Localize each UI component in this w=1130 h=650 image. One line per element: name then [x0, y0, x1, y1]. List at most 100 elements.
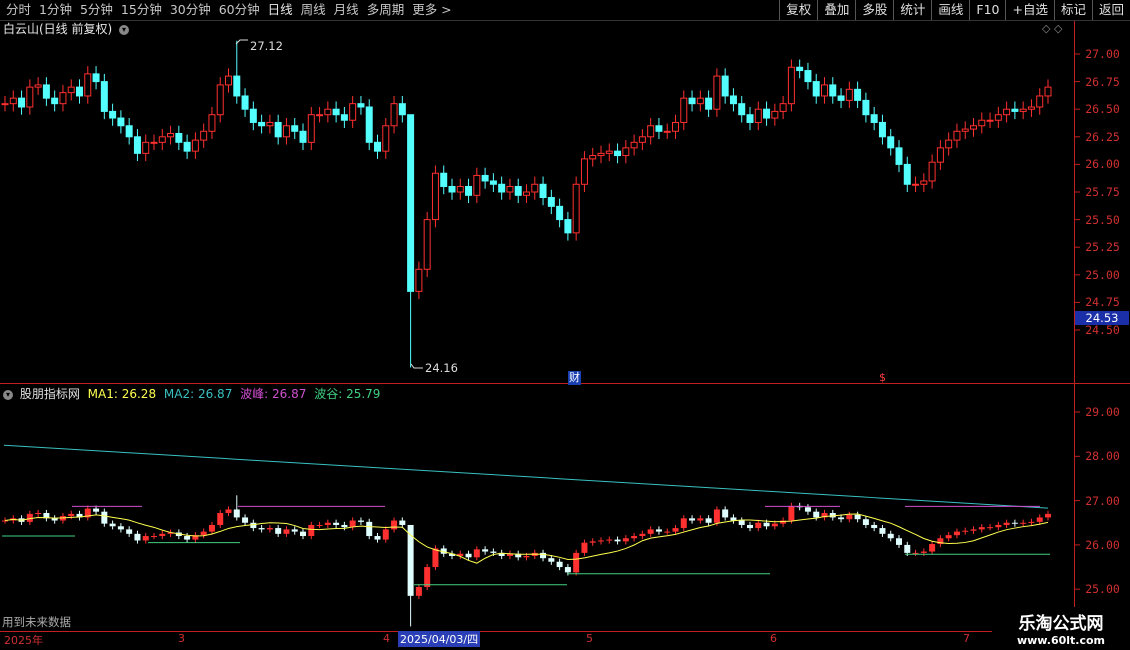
toolbar-button[interactable]: 返回 — [1091, 0, 1130, 20]
watermark: 乐淘公式网 www.60lt.com — [992, 607, 1130, 650]
ind-candle-body — [854, 514, 861, 520]
month-label: 7 — [963, 632, 970, 645]
ind-candle-body — [655, 529, 662, 532]
candle-body — [721, 75, 729, 97]
candle-body — [804, 70, 812, 83]
ind-candle-body — [1036, 517, 1043, 522]
high-price-marker: 27.12 — [250, 39, 283, 53]
toolbar-button[interactable]: 画线 — [931, 0, 969, 20]
ind-candle-body — [300, 531, 306, 537]
candle-body — [796, 66, 804, 72]
period-tab[interactable]: 分时 — [2, 0, 35, 20]
period-tab[interactable]: 30分钟 — [166, 0, 215, 20]
period-tab[interactable]: 周线 — [297, 0, 330, 20]
toolbar-button[interactable]: 统计 — [893, 0, 931, 20]
function-buttons: 复权 叠加 多股 统计 画线 F10 +自选 标记 返回 — [779, 0, 1130, 20]
toolbar-button[interactable]: 标记 — [1053, 0, 1092, 20]
candle-body — [266, 121, 274, 127]
candle-body — [1003, 108, 1011, 116]
candle-body — [887, 136, 895, 149]
toolbar-button[interactable]: 叠加 — [817, 0, 855, 20]
ind-candle-body — [167, 532, 174, 534]
ma2-line — [3, 444, 1049, 509]
ind-candle-body — [275, 528, 282, 534]
ind-candle-body — [763, 522, 770, 527]
candle-body — [241, 95, 249, 110]
ind-candle-body — [664, 531, 671, 533]
candle-body — [746, 114, 754, 123]
ind-candle-body — [995, 524, 1002, 528]
ind-candle-body — [126, 529, 133, 534]
period-tab[interactable]: 多周期 — [363, 0, 409, 20]
axis-tick-label: 26.00 — [1085, 157, 1120, 172]
axis-tick-label: 25.50 — [1085, 212, 1120, 227]
toolbar-button[interactable]: 复权 — [779, 0, 817, 20]
candle-body — [523, 191, 530, 196]
candle-body — [340, 114, 348, 121]
axis-tick-label: 25.00 — [1085, 582, 1120, 597]
toolbar-button[interactable]: +自选 — [1005, 0, 1053, 20]
ind-candle-body — [333, 522, 340, 525]
period-tab[interactable]: 更多 > — [408, 0, 455, 20]
month-label: 3 — [178, 632, 185, 645]
ind-candle-body — [780, 520, 787, 524]
toolbar-button[interactable]: 多股 — [855, 0, 893, 20]
candle-body — [282, 125, 290, 138]
candle-body — [845, 88, 853, 101]
finance-event-marker[interactable]: 财 — [568, 371, 581, 385]
high-marker-line — [235, 39, 248, 45]
ind-candle-body — [796, 505, 803, 508]
candle-body — [779, 103, 787, 112]
candle-body — [365, 106, 373, 143]
ind-candle-body — [722, 509, 729, 518]
ma1-line — [4, 513, 1049, 564]
ind-candle-body — [51, 518, 58, 521]
ind-candle-body — [1028, 521, 1035, 523]
diamond-icons[interactable]: ◇ ◇ — [1042, 22, 1062, 36]
watermark-url: www.60lt.com — [1016, 634, 1106, 647]
candle-body — [713, 75, 721, 110]
ind-candle-body — [705, 518, 712, 523]
candle-body — [928, 161, 936, 182]
candle-body — [821, 84, 828, 97]
ind-candle-body — [266, 528, 273, 530]
candle-body — [878, 121, 886, 138]
period-tab[interactable]: 1分钟 — [35, 0, 76, 20]
axis-tick-label: 24.75 — [1085, 295, 1120, 310]
ind-candle-body — [407, 524, 414, 596]
period-tab[interactable]: 5分钟 — [76, 0, 117, 20]
candle-body — [51, 97, 59, 105]
period-tab[interactable]: 月线 — [330, 0, 363, 20]
candle-body — [1019, 108, 1027, 112]
ind-candle-body — [622, 538, 629, 542]
period-tab[interactable]: 15分钟 — [117, 0, 166, 20]
candlestick-chart[interactable] — [0, 0, 1130, 650]
candle-body — [448, 185, 456, 193]
period-tab[interactable]: 60分钟 — [215, 0, 264, 20]
ind-candle-body — [283, 529, 290, 534]
toolbar-button[interactable]: F10 — [969, 0, 1005, 20]
ind-candle-body — [945, 535, 952, 539]
chevron-down-icon[interactable]: ▾ — [3, 389, 13, 400]
candle-body — [274, 121, 282, 138]
ind-candle-body — [399, 520, 406, 525]
ind-candle-body — [200, 531, 207, 536]
ind-candle-body — [573, 552, 580, 573]
candle-body — [970, 125, 977, 130]
dividend-marker[interactable]: $ — [879, 371, 886, 385]
candle-body — [912, 183, 920, 186]
candle-body — [696, 97, 704, 105]
ind-candle-body — [846, 514, 853, 520]
chevron-down-icon[interactable]: ▾ — [119, 24, 130, 35]
ind-candle-body — [192, 535, 199, 540]
candle-body — [332, 108, 340, 116]
candle-body — [150, 141, 158, 144]
candle-body — [357, 103, 365, 108]
candle-body — [589, 155, 597, 160]
candle-body — [978, 119, 986, 127]
peak-label: 波峰: 26.87 — [240, 387, 307, 401]
candle-body — [705, 97, 713, 110]
ind-candle-body — [449, 553, 455, 556]
ind-candle-body — [804, 507, 811, 512]
period-tab[interactable]: 日线 — [264, 0, 297, 20]
